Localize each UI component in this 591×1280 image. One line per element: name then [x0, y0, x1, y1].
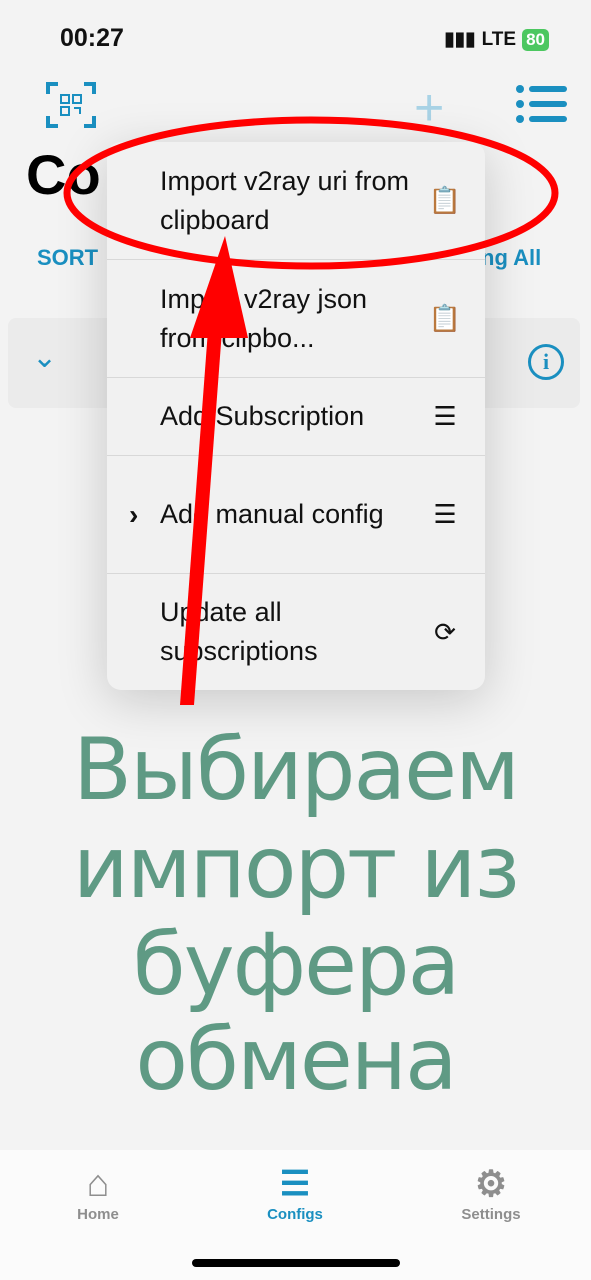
clipboard-icon: 📋	[428, 303, 462, 333]
tab-label: Home	[77, 1206, 119, 1223]
caption-line: импорт из	[72, 818, 520, 918]
list-icon: ☰	[433, 499, 457, 529]
list-menu-icon[interactable]	[515, 84, 567, 124]
battery-icon: 80	[522, 28, 549, 51]
signal-icon: ▮▮▮	[444, 29, 476, 50]
menu-item-import-uri[interactable]: Import v2ray uri from clipboard 📋	[107, 142, 485, 260]
page-title: Co	[26, 143, 101, 206]
menu-item-label: Import v2ray uri from clipboard	[160, 165, 410, 235]
menu-item-update-subscriptions[interactable]: Update all subscriptions ⟳	[107, 574, 485, 690]
qr-scan-icon[interactable]	[46, 80, 96, 130]
tab-label: Settings	[461, 1206, 521, 1223]
tab-label: Configs	[267, 1206, 323, 1223]
clipboard-icon: 📋	[428, 185, 462, 215]
tab-home[interactable]: ⌂ Home	[38, 1162, 158, 1223]
home-indicator	[192, 1259, 400, 1267]
menu-item-label: Add Subscription	[160, 401, 365, 431]
list-icon: ☰	[433, 401, 457, 431]
tab-settings[interactable]: ⚙ Settings	[431, 1162, 551, 1223]
home-icon: ⌂	[86, 1163, 110, 1205]
add-icon[interactable]: +	[414, 78, 444, 138]
menu-item-label: Add manual config	[160, 499, 384, 529]
menu-item-label: Import v2ray json from clipbo...	[160, 283, 368, 353]
ping-all-button[interactable]: ng All	[481, 245, 541, 271]
caption-line: буфера	[132, 915, 461, 1015]
status-time: 00:27	[60, 24, 124, 52]
menu-item-add-manual[interactable]: › Add manual config ☰	[107, 456, 485, 574]
sort-button[interactable]: SORT	[37, 245, 98, 271]
caption-line: обмена	[135, 1010, 457, 1110]
menu-item-import-json[interactable]: Import v2ray json from clipbo... 📋	[107, 260, 485, 378]
menu-item-label: Update all subscriptions	[160, 597, 318, 666]
add-config-menu: Import v2ray uri from clipboard 📋 Import …	[107, 142, 485, 690]
refresh-icon: ⟳	[434, 616, 456, 647]
tab-configs[interactable]: ☰ Configs	[235, 1162, 355, 1223]
list-icon: ☰	[279, 1165, 311, 1203]
caption-line: Выбираем	[73, 720, 520, 820]
network-label: LTE	[481, 28, 517, 50]
gear-icon: ⚙	[474, 1163, 508, 1204]
menu-item-add-subscription[interactable]: Add Subscription ☰	[107, 378, 485, 456]
chevron-right-icon: ›	[129, 499, 139, 530]
chevron-down-icon[interactable]: ⌄	[32, 340, 57, 375]
status-indicators: ▮▮▮ LTE 80	[444, 28, 549, 51]
info-icon[interactable]: i	[528, 344, 564, 380]
